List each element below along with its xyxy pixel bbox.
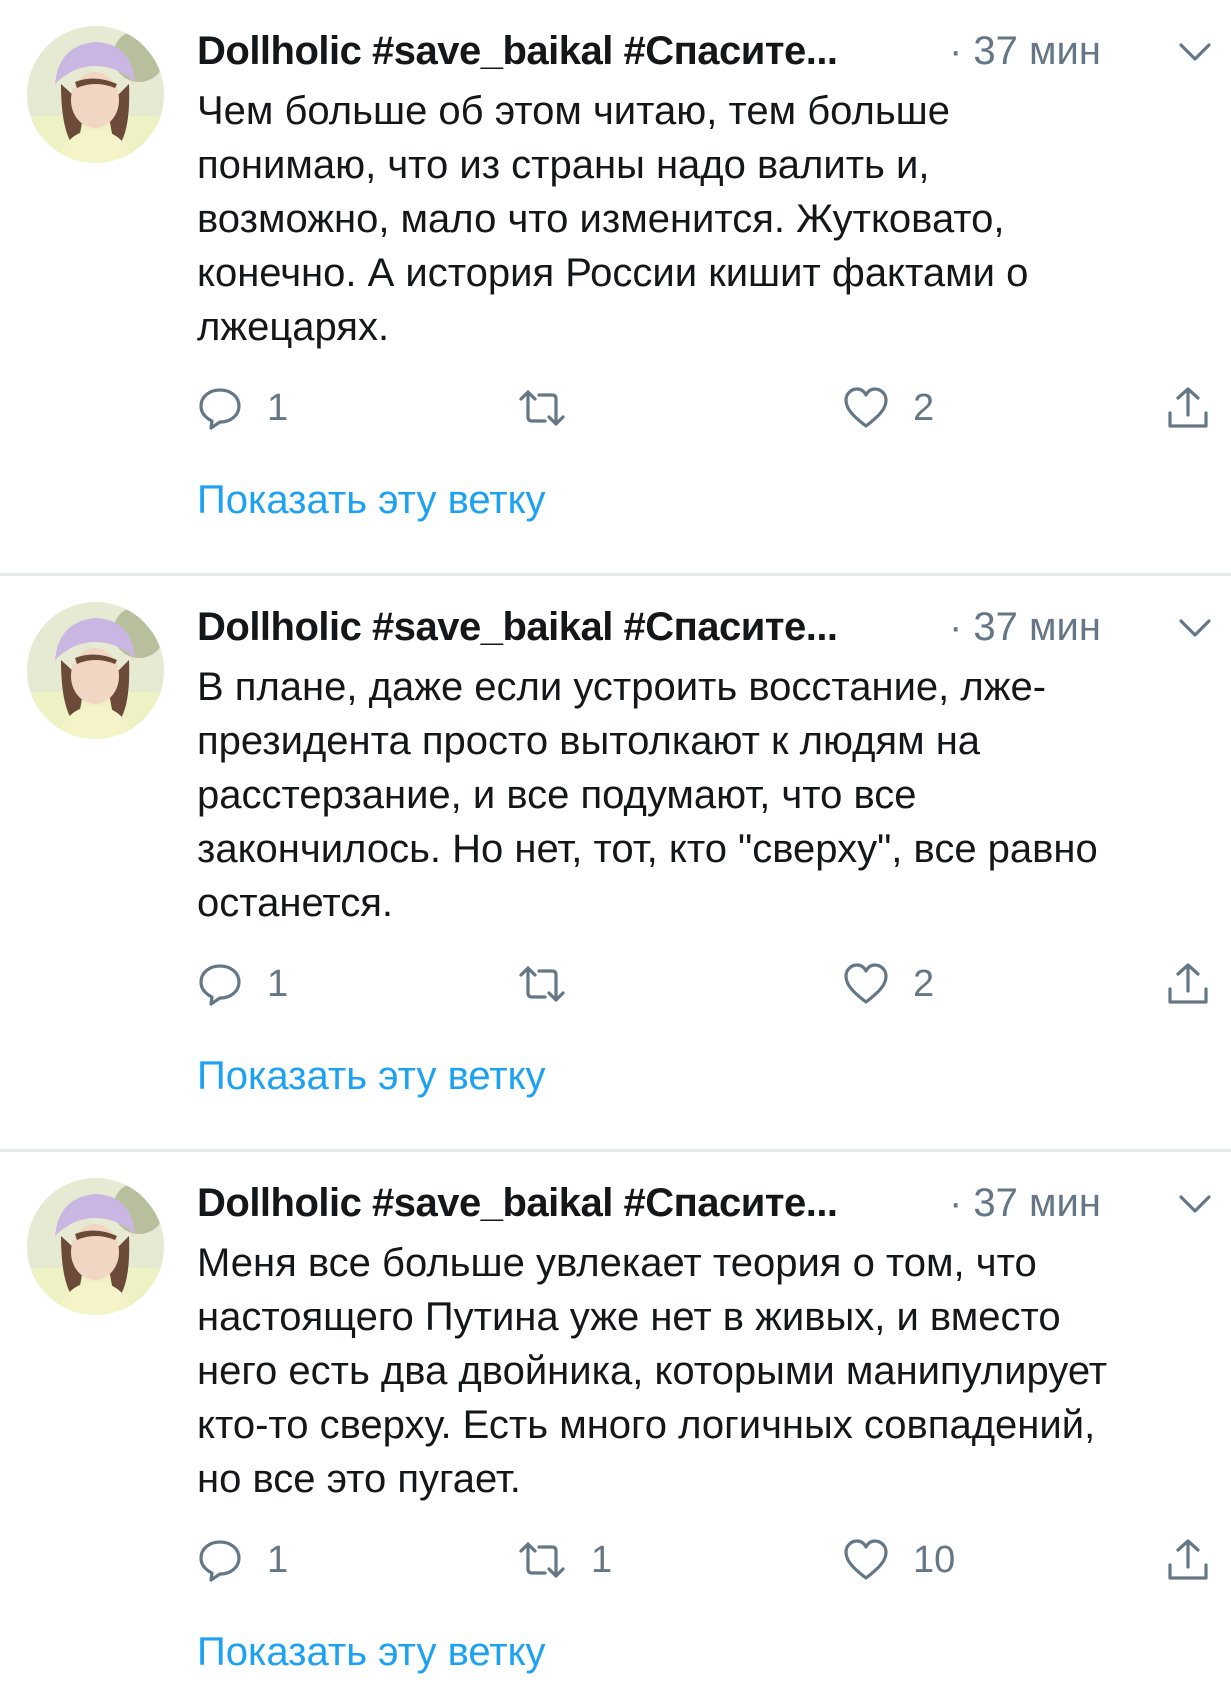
author-name[interactable]: Dollholic #save_baikal #Спасите... [197,28,838,74]
like-button[interactable]: 2 [843,380,934,436]
show-thread-link[interactable]: Показать эту ветку [197,475,546,525]
share-icon [1165,961,1211,1007]
reply-icon [197,961,243,1007]
chevron-down-icon[interactable] [1175,32,1215,72]
reply-button[interactable]: 1 [197,1532,288,1588]
share-button[interactable] [1165,956,1211,1012]
reply-button[interactable]: 1 [197,956,288,1012]
reply-button[interactable]: 1 [197,380,288,436]
reply-icon [197,385,243,431]
avatar[interactable] [27,26,164,163]
tweet-text: Чем больше об этом читаю, тем больше пон… [197,89,1029,349]
retweet-button[interactable] [517,956,591,1012]
tweet[interactable]: Dollholic #save_baikal #Спасите... · 37 … [0,0,1231,576]
tweet-text: Меня все больше увлекает теория о том, ч… [197,1241,1108,1501]
share-icon [1165,1537,1211,1583]
like-count: 10 [913,1539,956,1581]
reply-icon [197,1537,243,1583]
chevron-down-icon[interactable] [1175,1184,1215,1224]
tweet-feed: Dollholic #save_baikal #Спасите... · 37 … [0,0,1231,1698]
author-name[interactable]: Dollholic #save_baikal #Спасите... [197,604,838,650]
show-thread-link[interactable]: Показать эту ветку [197,1627,546,1677]
like-count: 2 [913,963,935,1005]
tweet-actions: 1 2 [197,956,1217,1012]
share-icon [1165,385,1211,431]
tweet-header: Dollholic #save_baikal #Спасите... · 37 … [197,28,1231,74]
retweet-icon [517,961,567,1007]
chevron-down-icon[interactable] [1175,608,1215,648]
retweet-count: 1 [591,1539,613,1581]
retweet-button[interactable] [517,380,591,436]
tweet-header: Dollholic #save_baikal #Спасите... · 37 … [197,1180,1231,1226]
share-button[interactable] [1165,380,1211,436]
reply-count: 1 [267,1539,289,1581]
tweet-header: Dollholic #save_baikal #Спасите... · 37 … [197,604,1231,650]
heart-icon [843,961,889,1007]
tweet-text: В плане, даже если устроить восстание, л… [197,665,1098,925]
like-count: 2 [913,387,935,429]
retweet-button[interactable]: 1 [517,1532,612,1588]
like-button[interactable]: 10 [843,1532,955,1588]
avatar[interactable] [27,602,164,739]
tweet-actions: 1 2 [197,380,1217,436]
reply-count: 1 [267,387,289,429]
like-button[interactable]: 2 [843,956,934,1012]
retweet-icon [517,1537,567,1583]
retweet-icon [517,385,567,431]
tweet-actions: 1 1 10 [197,1532,1217,1588]
timestamp[interactable]: · 37 мин [949,1180,1101,1226]
author-name[interactable]: Dollholic #save_baikal #Спасите... [197,1180,838,1226]
tweet[interactable]: Dollholic #save_baikal #Спасите... · 37 … [0,1152,1231,1698]
timestamp[interactable]: · 37 мин [949,604,1101,650]
timestamp[interactable]: · 37 мин [949,28,1101,74]
heart-icon [843,385,889,431]
tweet[interactable]: Dollholic #save_baikal #Спасите... · 37 … [0,576,1231,1152]
show-thread-link[interactable]: Показать эту ветку [197,1051,546,1101]
reply-count: 1 [267,963,289,1005]
share-button[interactable] [1165,1532,1211,1588]
avatar[interactable] [27,1178,164,1315]
heart-icon [843,1537,889,1583]
